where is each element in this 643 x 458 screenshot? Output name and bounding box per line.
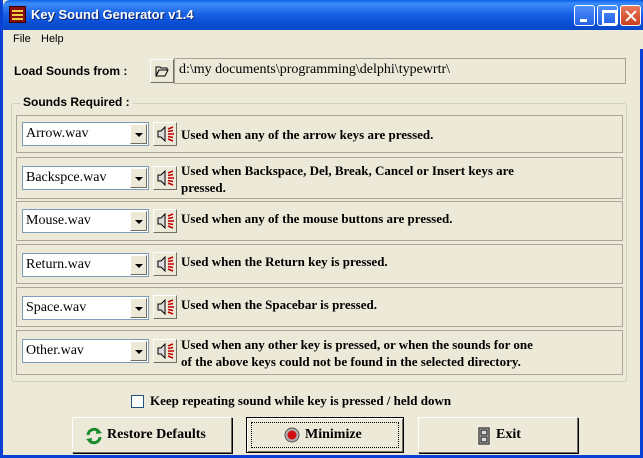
description-line: Used when any of the arrow keys are pres…: [181, 127, 434, 142]
description-line: pressed.: [181, 180, 226, 195]
play-sound-button-backspace[interactable]: [153, 166, 177, 190]
sound-description: Used when the Spacebar is pressed.: [181, 296, 617, 313]
description-line: Used when the Spacebar is pressed.: [181, 297, 377, 312]
exit-door-icon: [478, 427, 490, 445]
speaker-icon: [157, 299, 174, 315]
minimize-button[interactable]: Minimize: [246, 417, 404, 453]
speaker-icon: [157, 170, 174, 186]
sound-description: Used when Backspace, Del, Break, Cancel …: [181, 162, 617, 196]
chevron-down-icon[interactable]: [130, 255, 147, 275]
menu-bar: File Help: [6, 30, 643, 49]
play-sound-button-mouse[interactable]: [153, 209, 177, 233]
chevron-down-icon[interactable]: [130, 298, 147, 318]
speaker-icon: [157, 126, 174, 142]
sound-description: Used when the Return key is pressed.: [181, 253, 617, 270]
chevron-down-icon[interactable]: [130, 211, 147, 231]
sound-file-value: Arrow.wav: [26, 126, 89, 141]
title-bar[interactable]: Key Sound Generator v1.4: [3, 0, 643, 30]
sound-file-value: Other.wav: [26, 343, 84, 358]
minimize-window-button[interactable]: [574, 5, 595, 26]
description-line: Used when any other key is pressed, or w…: [181, 337, 533, 352]
repeat-sound-label[interactable]: Keep repeating sound while key is presse…: [150, 393, 451, 409]
description-line: of the above keys could not be found in …: [181, 354, 521, 369]
load-sounds-label: Load Sounds from :: [14, 64, 128, 78]
play-sound-button-return[interactable]: [153, 252, 177, 276]
maximize-window-button[interactable]: [597, 5, 618, 26]
menu-help[interactable]: Help: [41, 33, 64, 45]
minimize-label: Minimize: [305, 427, 362, 442]
exit-label: Exit: [496, 427, 521, 442]
refresh-icon: [86, 427, 102, 445]
speaker-icon: [157, 343, 174, 359]
record-icon: [284, 427, 300, 443]
sound-row-other: Other.wav Used when any other key is pre…: [16, 330, 623, 375]
sound-description: Used when any of the mouse buttons are p…: [181, 210, 617, 227]
sound-file-value: Mouse.wav: [26, 213, 91, 228]
description-line: Used when Backspace, Del, Break, Cancel …: [181, 163, 514, 178]
speaker-icon: [157, 256, 174, 272]
sound-row-return: Return.wav Used when the Return key is p…: [16, 244, 623, 284]
sound-row-backspace: Backspce.wav Used when Backspace, Del, B…: [16, 157, 623, 199]
play-sound-button-space[interactable]: [153, 295, 177, 319]
sound-file-value: Return.wav: [26, 257, 91, 272]
sound-file-value: Space.wav: [26, 300, 87, 315]
app-icon[interactable]: [9, 6, 26, 23]
sound-file-select-arrow[interactable]: Arrow.wav: [22, 122, 149, 146]
menu-file[interactable]: File: [13, 33, 31, 45]
description-line: Used when the Return key is pressed.: [181, 254, 388, 269]
restore-defaults-label: Restore Defaults: [107, 427, 206, 442]
sound-file-select-other[interactable]: Other.wav: [22, 339, 149, 363]
chevron-down-icon[interactable]: [130, 341, 147, 361]
open-folder-icon: [155, 66, 169, 77]
speaker-icon: [157, 213, 174, 229]
repeat-sound-checkbox[interactable]: [131, 395, 144, 408]
sound-row-arrow: Arrow.wav Used when any of the arrow key…: [16, 115, 623, 153]
sound-file-select-backspace[interactable]: Backspce.wav: [22, 166, 149, 190]
sound-file-value: Backspce.wav: [26, 170, 107, 185]
sound-file-select-return[interactable]: Return.wav: [22, 253, 149, 277]
sounds-path-field[interactable]: d:\my documents\programming\delphi\typew…: [174, 58, 626, 84]
chevron-down-icon[interactable]: [130, 124, 147, 144]
exit-button[interactable]: Exit: [418, 417, 578, 453]
window-title: Key Sound Generator v1.4: [31, 7, 194, 22]
sound-description: Used when any of the arrow keys are pres…: [181, 126, 617, 143]
sounds-required-title: Sounds Required :: [20, 95, 133, 109]
play-sound-button-other[interactable]: [153, 339, 177, 363]
sound-file-select-space[interactable]: Space.wav: [22, 296, 149, 320]
play-sound-button-arrow[interactable]: [153, 122, 177, 146]
description-line: Used when any of the mouse buttons are p…: [181, 211, 453, 226]
restore-defaults-button[interactable]: Restore Defaults: [72, 417, 232, 453]
sound-row-space: Space.wav Used when the Spacebar is pres…: [16, 287, 623, 327]
sound-row-mouse: Mouse.wav Used when any of the mouse but…: [16, 201, 623, 241]
close-window-button[interactable]: [620, 5, 641, 26]
sound-file-select-mouse[interactable]: Mouse.wav: [22, 209, 149, 233]
browse-folder-button[interactable]: [150, 59, 174, 83]
sound-description: Used when any other key is pressed, or w…: [181, 336, 617, 370]
chevron-down-icon[interactable]: [130, 168, 147, 188]
